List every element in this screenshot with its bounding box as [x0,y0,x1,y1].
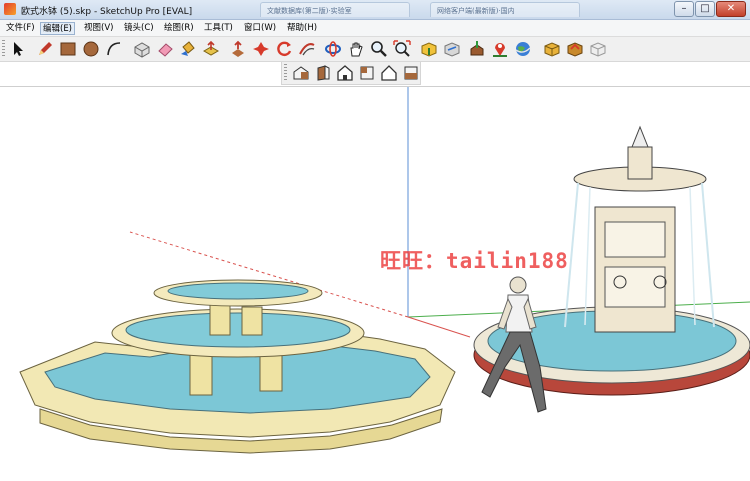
menu-bar: 文件(F) 编辑(E) 视图(V) 镜头(C) 绘图(R) 工具(T) 窗口(W… [0,20,750,37]
circle-tool-icon[interactable] [81,39,101,59]
extension-warehouse-icon[interactable] [565,39,585,59]
title-bar[interactable]: 欧式水钵 (5).skp - SketchUp Pro [EVAL] 文献数据库… [0,0,750,20]
place-model-icon[interactable] [467,39,487,59]
orbit-tool-icon[interactable] [323,39,343,59]
right-view-icon[interactable] [357,63,377,83]
top-view-icon[interactable] [335,63,355,83]
maximize-button[interactable]: □ [695,1,715,17]
background-window-tab[interactable]: 文献数据库(第二版)·实验室 [260,2,410,17]
share-model-icon[interactable] [442,39,462,59]
toolbar-grip[interactable] [2,40,5,58]
offset-tool-icon[interactable] [297,39,317,59]
menu-help[interactable]: 帮助(H) [285,22,319,35]
main-toolbar [0,37,750,62]
menu-camera[interactable]: 镜头(C) [122,22,156,35]
zoom-extents-icon[interactable] [392,39,412,59]
zoom-tool-icon[interactable] [369,39,389,59]
sketchup-app-icon[interactable] [4,3,16,15]
add-location-icon[interactable] [490,39,510,59]
red-axis-positive [407,316,471,338]
component-options-icon[interactable] [588,39,608,59]
rectangle-tool-icon[interactable] [58,39,78,59]
pan-tool-icon[interactable] [346,39,366,59]
arc-tool-icon[interactable] [104,39,124,59]
minimize-button[interactable]: – [674,1,694,17]
follow-me-icon[interactable] [274,39,294,59]
push-pull-icon[interactable] [201,39,221,59]
iso-view-icon[interactable] [291,63,311,83]
views-toolbar [281,62,421,85]
menu-draw[interactable]: 绘图(R) [162,22,196,35]
menu-window[interactable]: 窗口(W) [242,22,278,35]
select-tool-icon[interactable] [8,39,28,59]
background-window-tab[interactable]: 网络客户端(最新版)·国内 [430,2,580,17]
rotate-tool-icon[interactable] [251,39,271,59]
pencil-tool-icon[interactable] [35,39,55,59]
share-component-icon[interactable] [542,39,562,59]
menu-edit[interactable]: 编辑(E) [40,22,76,35]
front-view-icon[interactable] [313,63,333,83]
back-view-icon[interactable] [379,63,399,83]
model-viewport[interactable]: 旺旺：tailin188 [0,86,750,481]
left-fountain-model[interactable] [19,279,456,454]
menu-tools[interactable]: 工具(T) [202,22,235,35]
get-models-icon[interactable] [419,39,439,59]
paint-bucket-icon[interactable] [178,39,198,59]
eraser-tool-icon[interactable] [155,39,175,59]
toolbar-grip[interactable] [284,64,287,82]
scene-canvas[interactable] [0,87,750,481]
left-view-icon[interactable] [401,63,421,83]
watermark-text: 旺旺：tailin188 [380,249,569,273]
google-earth-icon[interactable] [513,39,533,59]
close-button[interactable]: ✕ [716,1,746,17]
menu-view[interactable]: 视图(V) [82,22,115,35]
move-tool-icon[interactable] [228,39,248,59]
make-component-icon[interactable] [132,39,152,59]
menu-file[interactable]: 文件(F) [4,22,37,35]
window-title: 欧式水钵 (5).skp - SketchUp Pro [EVAL] [21,7,193,17]
